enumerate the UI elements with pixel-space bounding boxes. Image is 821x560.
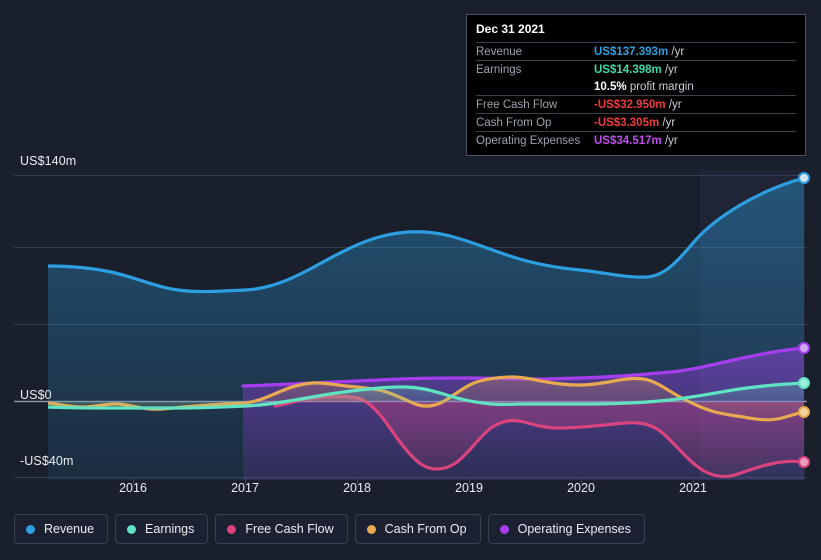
- endpoint-free-cash-flow: [798, 456, 810, 468]
- tooltip-date: Dec 31 2021: [476, 22, 545, 36]
- legend-dot-cash-from-op-icon: [366, 524, 376, 534]
- chart-tooltip: Dec 31 2021 Revenue US$137.393m /yr Earn…: [466, 14, 806, 156]
- legend-label-cash-from-op: Cash From Op: [384, 522, 467, 536]
- tooltip-number-operating-expenses: US$34.517m: [594, 134, 662, 147]
- tooltip-number-free-cash-flow: -US$32.950m: [594, 98, 666, 111]
- financial-performance-chart: US$140m US$0 -US$40m 2016 2017 2018 2019…: [0, 0, 821, 560]
- tooltip-number-earnings: US$14.398m: [594, 63, 662, 76]
- tooltip-row-earnings: Earnings US$14.398m /yr: [476, 60, 796, 79]
- x-axis-label-2021: 2021: [679, 481, 707, 495]
- tooltip-value-free-cash-flow: -US$32.950m /yr: [594, 96, 796, 114]
- legend-dot-free-cash-flow-icon: [227, 524, 237, 534]
- tooltip-unit-revenue: /yr: [671, 45, 685, 58]
- tooltip-unit-free-cash-flow: /yr: [668, 98, 682, 111]
- y-axis-label-bottom: -US$40m: [20, 454, 74, 468]
- legend-item-cash-from-op[interactable]: Cash From Op: [354, 514, 481, 544]
- legend-item-free-cash-flow[interactable]: Free Cash Flow: [215, 514, 348, 544]
- tooltip-number-cash-from-op: -US$3.305m: [594, 116, 660, 129]
- tooltip-value-profit-margin: 10.5% profit margin: [594, 78, 796, 96]
- legend-item-revenue[interactable]: Revenue: [14, 514, 109, 544]
- tooltip-unit-operating-expenses: /yr: [664, 134, 678, 147]
- tooltip-value-revenue: US$137.393m /yr: [594, 43, 796, 61]
- legend-label-operating-expenses: Operating Expenses: [517, 522, 631, 536]
- tooltip-value-operating-expenses: US$34.517m /yr: [594, 132, 796, 150]
- tooltip-unit-cash-from-op: /yr: [662, 116, 676, 129]
- endpoint-earnings: [798, 377, 810, 389]
- tooltip-value-cash-from-op: -US$3.305m /yr: [594, 114, 796, 132]
- x-axis-label-2020: 2020: [567, 481, 595, 495]
- legend-dot-revenue-icon: [26, 524, 35, 534]
- y-axis-label-top: US$140m: [20, 154, 77, 168]
- tooltip-unit-profit-margin: profit margin: [629, 80, 694, 93]
- legend-dot-operating-expenses-icon: [499, 524, 509, 534]
- legend-item-operating-expenses[interactable]: Operating Expenses: [487, 514, 645, 544]
- tooltip-label-earnings: Earnings: [476, 63, 522, 76]
- tooltip-row-free-cash-flow: Free Cash Flow -US$32.950m /yr: [476, 95, 796, 114]
- x-axis-label-2018: 2018: [343, 481, 371, 495]
- tooltip-label-operating-expenses: Operating Expenses: [476, 134, 581, 147]
- legend-label-revenue: Revenue: [44, 522, 95, 536]
- x-axis-label-2016: 2016: [119, 481, 147, 495]
- y-axis-label-zero: US$0: [20, 388, 52, 402]
- tooltip-label-profit-margin: [476, 78, 594, 96]
- endpoint-revenue: [798, 172, 810, 184]
- tooltip-label-revenue: Revenue: [476, 45, 523, 58]
- tooltip-table: Revenue US$137.393m /yr Earnings US$14.3…: [476, 42, 796, 149]
- chart-legend: Revenue Earnings Free Cash Flow Cash Fro…: [14, 514, 645, 544]
- tooltip-number-revenue: US$137.393m: [594, 45, 669, 58]
- tooltip-unit-earnings: /yr: [664, 63, 678, 76]
- legend-item-earnings[interactable]: Earnings: [115, 514, 209, 544]
- tooltip-value-earnings: US$14.398m /yr: [594, 61, 796, 79]
- tooltip-number-profit-margin: 10.5%: [594, 80, 627, 93]
- endpoint-cash-from-op: [798, 406, 810, 418]
- tooltip-label-free-cash-flow: Free Cash Flow: [476, 98, 558, 111]
- legend-label-earnings: Earnings: [145, 522, 195, 536]
- tooltip-row-operating-expenses: Operating Expenses US$34.517m /yr: [476, 131, 796, 150]
- x-axis-label-2019: 2019: [455, 481, 483, 495]
- tooltip-row-revenue: Revenue US$137.393m /yr: [476, 42, 796, 61]
- tooltip-row-profit-margin: 10.5% profit margin: [476, 78, 796, 96]
- endpoint-operating-expenses: [798, 342, 810, 354]
- legend-dot-earnings-icon: [127, 524, 137, 534]
- tooltip-label-cash-from-op: Cash From Op: [476, 116, 552, 129]
- tooltip-row-cash-from-op: Cash From Op -US$3.305m /yr: [476, 113, 796, 132]
- x-axis-label-2017: 2017: [231, 481, 259, 495]
- legend-label-free-cash-flow: Free Cash Flow: [245, 522, 334, 536]
